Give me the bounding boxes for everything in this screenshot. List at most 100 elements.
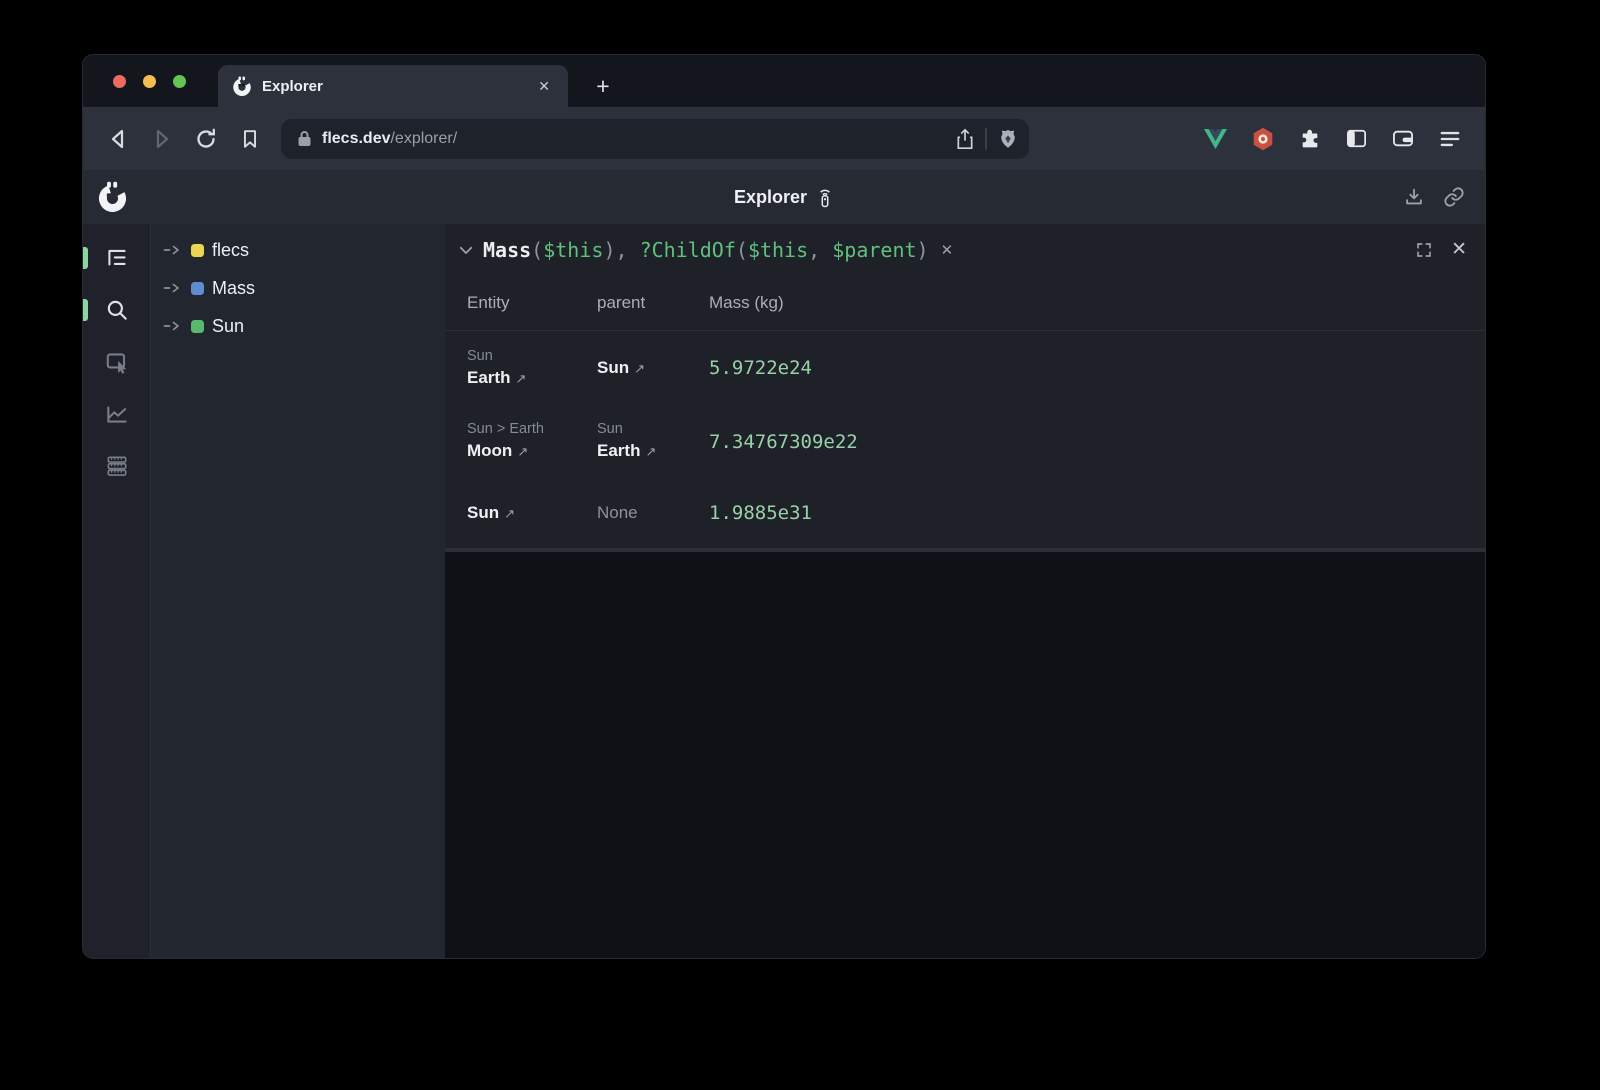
sidebar-toggle-icon[interactable] — [1346, 129, 1367, 148]
tab-title: Explorer — [262, 78, 524, 95]
rail-stats-chart-icon[interactable] — [103, 400, 131, 428]
download-icon[interactable] — [1403, 186, 1425, 208]
query-token: $this — [543, 238, 603, 262]
rail-inspector-icon[interactable] — [103, 348, 131, 376]
query-token: ?ChildOf — [640, 238, 736, 262]
entity-parent-path: Sun — [597, 419, 709, 439]
minimize-window-button[interactable] — [143, 75, 156, 88]
parent-link[interactable]: Sun↗ — [597, 356, 709, 381]
parent-link[interactable]: Earth↗ — [597, 439, 709, 464]
tab-strip: Explorer ✕ + — [83, 55, 1485, 107]
table-header: Entity parent Mass (kg) — [445, 275, 1485, 331]
mass-value: 1.9885e31 — [709, 502, 812, 524]
url-path: /explorer/ — [390, 130, 457, 147]
query-input[interactable]: Mass($this), ?ChildOf($this, $parent) — [483, 238, 929, 262]
browser-toolbar: flecs.dev/explorer/ — [83, 107, 1485, 170]
rail-entity-tree-icon[interactable] — [103, 244, 131, 272]
lock-icon — [297, 130, 312, 147]
column-header-parent: parent — [597, 293, 709, 313]
bookmark-icon[interactable] — [233, 122, 267, 156]
share-icon[interactable] — [955, 128, 975, 150]
content-area: Mass($this), ?ChildOf($this, $parent) ✕ … — [445, 224, 1485, 958]
column-header-mass: Mass (kg) — [709, 293, 1485, 313]
query-token: ( — [531, 238, 543, 262]
tab-favicon-flecs-icon — [232, 76, 252, 96]
extensions-puzzle-icon[interactable] — [1299, 128, 1321, 150]
browser-window: Explorer ✕ + flecs.dev/explorer/ — [83, 55, 1485, 958]
tree-item-sun[interactable]: Sun — [151, 307, 445, 345]
rail-query-search-icon[interactable] — [103, 296, 131, 324]
entity-parent-path: Sun — [467, 346, 597, 366]
query-token: , — [808, 238, 832, 262]
tree-item-mass[interactable]: Mass — [151, 269, 445, 307]
goto-entity-icon: ↗ — [517, 444, 528, 459]
menu-hamburger-icon[interactable] — [1439, 129, 1461, 149]
new-tab-button[interactable]: + — [583, 65, 623, 107]
wallet-icon[interactable] — [1392, 129, 1414, 148]
expand-chevron-icon[interactable] — [163, 281, 183, 295]
goto-entity-icon: ↗ — [645, 444, 656, 459]
back-button[interactable] — [101, 122, 135, 156]
page-title: Explorer — [734, 187, 807, 208]
browser-tab[interactable]: Explorer ✕ — [218, 65, 568, 107]
column-header-entity: Entity — [467, 293, 597, 313]
share-link-icon[interactable] — [1443, 186, 1465, 208]
query-panel: Mass($this), ?ChildOf($this, $parent) ✕ … — [445, 224, 1485, 552]
url-domain: flecs.dev — [322, 130, 390, 147]
flecs-logo-icon — [97, 181, 128, 212]
table-row: Sun↗ None 1.9885e31 — [445, 478, 1485, 548]
entity-parent-path: Sun > Earth — [467, 419, 597, 439]
extension-hexagon-icon[interactable] — [1252, 127, 1274, 151]
entity-link[interactable]: Sun↗ — [467, 501, 597, 526]
window-controls — [113, 75, 186, 88]
mass-value: 7.34767309e22 — [709, 431, 858, 453]
table-row: Sun Earth↗ Sun↗ 5.9722e24 — [445, 331, 1485, 405]
entity-color-swatch — [191, 320, 204, 333]
zoom-window-button[interactable] — [173, 75, 186, 88]
entity-color-swatch — [191, 282, 204, 295]
table-row: Sun > Earth Moon↗ Sun Earth↗ 7.34767309e… — [445, 405, 1485, 478]
vue-devtools-icon[interactable] — [1204, 129, 1227, 149]
reload-button[interactable] — [189, 122, 223, 156]
icon-rail — [83, 224, 150, 958]
entity-color-swatch — [191, 244, 204, 257]
panel-close-icon[interactable]: ✕ — [1451, 240, 1467, 259]
query-token: $parent — [832, 238, 916, 262]
app-header: Explorer — [83, 170, 1485, 224]
remote-connection-icon[interactable] — [816, 185, 834, 209]
collapse-chevron-down-icon[interactable] — [457, 241, 475, 259]
expand-chevron-icon[interactable] — [163, 319, 183, 333]
tree-item-label: Mass — [212, 278, 255, 299]
tree-item-label: Sun — [212, 316, 244, 337]
rail-tables-icon[interactable] — [103, 452, 131, 480]
entity-link[interactable]: Earth↗ — [467, 366, 597, 391]
goto-entity-icon: ↗ — [504, 506, 515, 521]
query-token: ) — [917, 238, 929, 262]
tree-item-label: flecs — [212, 240, 249, 261]
entity-link[interactable]: Moon↗ — [467, 439, 597, 464]
query-token: $this — [748, 238, 808, 262]
url-bar[interactable]: flecs.dev/explorer/ — [281, 119, 1029, 159]
query-clear-icon[interactable]: ✕ — [941, 241, 954, 259]
query-token: ), — [603, 238, 639, 262]
mass-value: 5.9722e24 — [709, 357, 812, 379]
parent-none-label: None — [597, 503, 709, 523]
fullscreen-icon[interactable] — [1415, 241, 1433, 259]
tab-close-icon[interactable]: ✕ — [534, 76, 554, 97]
query-token: Mass — [483, 238, 531, 262]
extension-icons — [1204, 127, 1469, 151]
brave-shield-icon[interactable] — [997, 128, 1019, 150]
expand-chevron-icon[interactable] — [163, 243, 183, 257]
tree-item-flecs[interactable]: flecs — [151, 231, 445, 269]
goto-entity-icon: ↗ — [634, 361, 645, 376]
query-bar: Mass($this), ?ChildOf($this, $parent) ✕ … — [445, 224, 1485, 275]
main-area: flecs Mass Sun — [83, 224, 1485, 958]
active-panel-indicator — [83, 247, 88, 269]
query-token: ( — [736, 238, 748, 262]
active-panel-indicator — [83, 299, 88, 321]
close-window-button[interactable] — [113, 75, 126, 88]
entity-tree-panel: flecs Mass Sun — [150, 224, 445, 958]
goto-entity-icon: ↗ — [515, 371, 526, 386]
url-bar-divider — [985, 128, 987, 150]
forward-button[interactable] — [145, 122, 179, 156]
